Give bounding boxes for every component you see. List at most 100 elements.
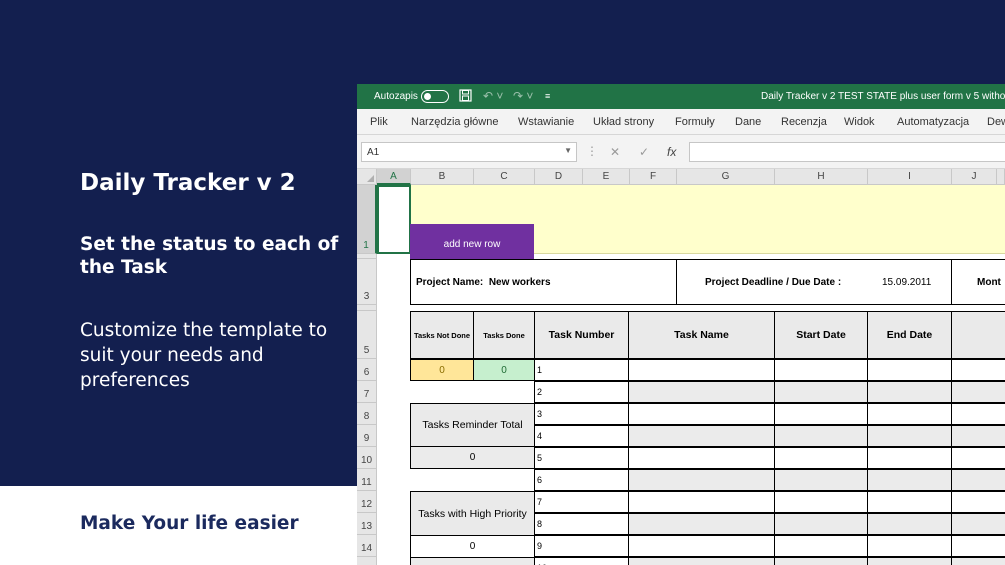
column-header-c[interactable]: C — [474, 169, 535, 185]
start-date-cell[interactable] — [774, 403, 868, 425]
tab-file[interactable]: Plik — [370, 116, 388, 128]
month-cell[interactable]: Mont — [951, 259, 1005, 305]
row-header-15[interactable] — [357, 557, 377, 565]
customize-quick-access-icon[interactable]: ≡ — [545, 89, 550, 103]
column-header-k[interactable] — [997, 169, 1005, 185]
column-header-d[interactable]: D — [535, 169, 583, 185]
extra-cell[interactable] — [951, 403, 1005, 425]
save-icon[interactable] — [459, 89, 472, 105]
task-name-cell[interactable] — [628, 403, 775, 425]
row-header-3[interactable]: 3 — [357, 259, 377, 305]
tab-data[interactable]: Dane — [735, 116, 761, 128]
end-date-cell[interactable] — [867, 447, 952, 469]
start-date-cell[interactable] — [774, 425, 868, 447]
enter-icon[interactable]: ✓ — [639, 145, 649, 159]
header-tasks-done[interactable]: Tasks Done — [473, 311, 535, 359]
task-name-cell[interactable] — [628, 491, 775, 513]
select-all-corner[interactable] — [357, 169, 377, 185]
column-header-i[interactable]: I — [868, 169, 952, 185]
extra-cell[interactable] — [951, 491, 1005, 513]
row-header-5[interactable]: 5 — [357, 311, 377, 359]
row-header-1[interactable]: 1 — [357, 185, 377, 254]
high-priority-label[interactable]: Tasks with High Priority — [410, 491, 535, 536]
row-header-13[interactable]: 13 — [357, 513, 377, 535]
undo-icon[interactable]: ↶ ˅ — [483, 89, 503, 103]
row-header-7[interactable]: 7 — [357, 381, 377, 403]
start-date-cell[interactable] — [774, 535, 868, 557]
project-name-cell[interactable]: Project Name: New workers — [410, 259, 677, 305]
extra-cell[interactable] — [951, 513, 1005, 535]
task-number-cell[interactable]: 7 — [534, 491, 629, 513]
extra-cell[interactable] — [951, 469, 1005, 491]
tab-insert[interactable]: Wstawianie — [518, 116, 574, 128]
row-header-8[interactable]: 8 — [357, 403, 377, 425]
column-header-j[interactable]: J — [952, 169, 997, 185]
end-date-cell[interactable] — [867, 403, 952, 425]
task-number-cell[interactable]: 1 — [534, 359, 629, 381]
row-header-10[interactable]: 10 — [357, 447, 377, 469]
tab-home[interactable]: Narzędzia główne — [411, 116, 498, 128]
redo-icon[interactable]: ↷ ˅ — [513, 89, 533, 103]
header-tasks-not-done[interactable]: Tasks Not Done — [410, 311, 474, 359]
task-number-cell[interactable]: 5 — [534, 447, 629, 469]
task-number-cell[interactable]: 10 — [534, 557, 629, 565]
row-header-12[interactable]: 12 — [357, 491, 377, 513]
column-header-f[interactable]: F — [630, 169, 677, 185]
task-number-cell[interactable]: 2 — [534, 381, 629, 403]
row-header-14[interactable]: 14 — [357, 535, 377, 557]
tab-review[interactable]: Recenzja — [781, 116, 827, 128]
task-number-cell[interactable]: 4 — [534, 425, 629, 447]
start-date-cell[interactable] — [774, 557, 868, 565]
tab-view[interactable]: Widok — [844, 116, 875, 128]
tasks-not-done-value[interactable]: 0 — [410, 359, 474, 381]
header-start-date[interactable]: Start Date — [774, 311, 868, 359]
tab-automate[interactable]: Automatyzacja — [897, 116, 969, 128]
tab-developer[interactable]: Dew — [987, 116, 1005, 128]
tasks-reminder-value[interactable]: 0 — [410, 446, 535, 469]
column-header-g[interactable]: G — [677, 169, 775, 185]
start-date-cell[interactable] — [774, 381, 868, 403]
row-header-9[interactable]: 9 — [357, 425, 377, 447]
end-date-cell[interactable] — [867, 535, 952, 557]
insert-function-icon[interactable]: fx — [667, 145, 676, 159]
formula-input[interactable] — [689, 142, 1005, 162]
task-name-cell[interactable] — [628, 535, 775, 557]
cancel-icon[interactable]: ✕ — [610, 145, 620, 159]
column-header-h[interactable]: H — [775, 169, 868, 185]
deadline-cell[interactable]: Project Deadline / Due Date : 15.09.2011 — [676, 259, 952, 305]
high-priority-next[interactable] — [410, 557, 535, 565]
end-date-cell[interactable] — [867, 381, 952, 403]
task-name-cell[interactable] — [628, 469, 775, 491]
task-name-cell[interactable] — [628, 557, 775, 565]
end-date-cell[interactable] — [867, 469, 952, 491]
task-name-cell[interactable] — [628, 447, 775, 469]
header-end-date[interactable]: End Date — [867, 311, 952, 359]
extra-cell[interactable] — [951, 447, 1005, 469]
end-date-cell[interactable] — [867, 513, 952, 535]
task-number-cell[interactable]: 8 — [534, 513, 629, 535]
header-next-column[interactable] — [951, 311, 1005, 359]
header-task-name[interactable]: Task Name — [628, 311, 775, 359]
row-header-11[interactable]: 11 — [357, 469, 377, 491]
extra-cell[interactable] — [951, 359, 1005, 381]
extra-cell[interactable] — [951, 557, 1005, 565]
column-header-b[interactable]: B — [411, 169, 474, 185]
row-header-6[interactable]: 6 — [357, 359, 377, 381]
task-number-cell[interactable]: 6 — [534, 469, 629, 491]
start-date-cell[interactable] — [774, 359, 868, 381]
tab-formulas[interactable]: Formuły — [675, 116, 715, 128]
start-date-cell[interactable] — [774, 491, 868, 513]
active-cell-a1[interactable] — [377, 185, 411, 254]
start-date-cell[interactable] — [774, 469, 868, 491]
start-date-cell[interactable] — [774, 447, 868, 469]
end-date-cell[interactable] — [867, 491, 952, 513]
tasks-done-value[interactable]: 0 — [473, 359, 535, 381]
name-box[interactable]: A1 ▼ — [361, 142, 577, 162]
header-task-number[interactable]: Task Number — [534, 311, 629, 359]
end-date-cell[interactable] — [867, 425, 952, 447]
task-name-cell[interactable] — [628, 359, 775, 381]
extra-cell[interactable] — [951, 425, 1005, 447]
extra-cell[interactable] — [951, 381, 1005, 403]
autosave-toggle[interactable] — [421, 90, 449, 103]
task-number-cell[interactable]: 9 — [534, 535, 629, 557]
